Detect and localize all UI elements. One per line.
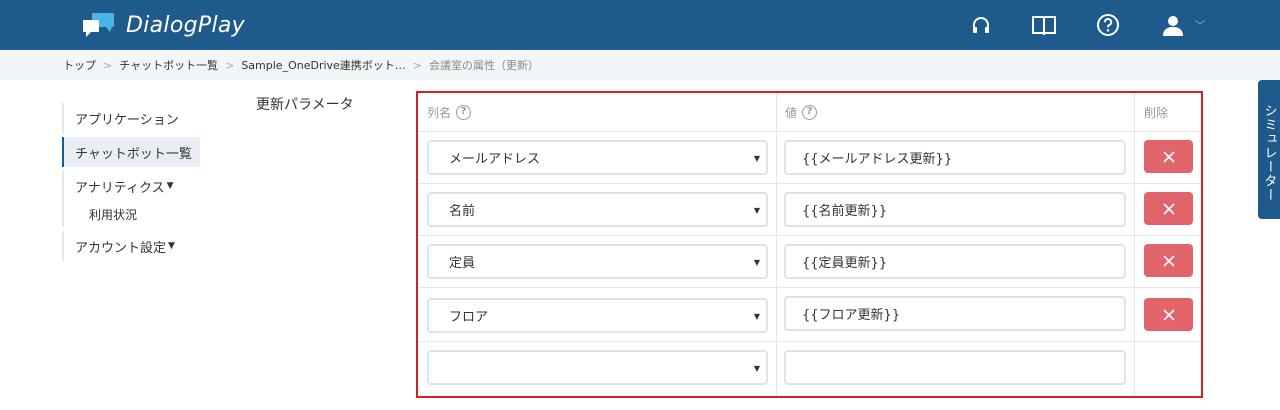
breadcrumb-chatbot-list[interactable]: チャットボット一覧 <box>119 57 218 73</box>
row-divider <box>418 131 1201 132</box>
close-icon <box>1162 202 1175 215</box>
sidebar: アプリケーション チャットボット一覧 アナリティクス ▼ 利用状況 アカウント設… <box>62 103 222 261</box>
help-icon[interactable]: ? <box>456 105 472 120</box>
help-circle-icon[interactable] <box>1093 10 1123 40</box>
breadcrumb-top[interactable]: トップ <box>63 57 96 73</box>
breadcrumb-separator: > <box>412 58 423 72</box>
sidebar-subitem-label: 利用状況 <box>89 207 138 222</box>
input-value: {{名前更新}} <box>802 204 888 219</box>
user-icon[interactable] <box>1158 10 1188 40</box>
row-divider <box>418 183 1201 184</box>
chat-bubbles-icon <box>80 11 118 39</box>
app-title: DialogPlay <box>126 12 245 38</box>
column-select[interactable]: 名前 ▼ <box>427 192 768 227</box>
dropdown-arrow-icon: ▼ <box>753 364 760 373</box>
column-header-label: 値 <box>785 106 798 120</box>
value-input[interactable] <box>784 350 1126 385</box>
sidebar-item-analytics[interactable]: アナリティクス ▼ <box>62 171 222 201</box>
sidebar-item-chatbot-list[interactable]: チャットボット一覧 <box>62 137 200 167</box>
top-bar: DialogPlay ﹀ <box>0 0 1280 50</box>
dropdown-arrow-icon: ▼ <box>753 154 760 163</box>
delete-row-button[interactable] <box>1144 192 1193 225</box>
value-input[interactable]: {{名前更新}} <box>784 192 1126 227</box>
close-icon <box>1162 308 1175 321</box>
sidebar-item-label: チャットボット一覧 <box>75 146 192 162</box>
book-icon[interactable] <box>1029 10 1059 40</box>
input-value: {{メールアドレス更新}} <box>802 152 953 167</box>
select-value: 定員 <box>449 256 476 271</box>
sidebar-item-applications[interactable]: アプリケーション <box>62 103 222 133</box>
breadcrumb: トップ > チャットボット一覧 > Sample_OneDrive連携ボット… … <box>0 50 1280 80</box>
column-divider <box>1134 93 1135 396</box>
sidebar-item-account-settings[interactable]: アカウント設定 ▼ <box>62 231 222 261</box>
column-divider <box>776 93 777 396</box>
column-select[interactable]: ▼ <box>427 350 768 385</box>
select-value: メールアドレス <box>449 152 541 167</box>
close-icon <box>1162 150 1175 163</box>
delete-row-button[interactable] <box>1144 244 1193 277</box>
row-divider <box>418 235 1201 236</box>
sidebar-item-label: アナリティクス <box>75 180 165 196</box>
app-logo[interactable]: DialogPlay <box>80 10 245 40</box>
column-select[interactable]: 定員 ▼ <box>427 244 768 279</box>
sidebar-item-label: アカウント設定 <box>75 240 167 256</box>
sidebar-subitem-usage[interactable]: 利用状況 <box>62 201 222 227</box>
delete-row-button[interactable] <box>1144 298 1193 331</box>
section-label: 更新パラメータ <box>256 97 354 113</box>
breadcrumb-separator: > <box>103 58 113 72</box>
column-header-name: 列名 ? <box>427 104 472 121</box>
input-value: {{フロア更新}} <box>802 308 901 323</box>
caret-down-icon: ▼ <box>166 181 174 191</box>
sidebar-item-label: アプリケーション <box>75 112 179 128</box>
dropdown-arrow-icon: ▼ <box>753 258 760 267</box>
column-header-value: 値 ? <box>785 104 818 121</box>
help-icon[interactable]: ? <box>802 105 818 120</box>
simulator-tab[interactable]: シミュレーター <box>1258 80 1280 219</box>
input-value: {{定員更新}} <box>802 256 888 271</box>
caret-down-icon: ▼ <box>168 241 175 251</box>
breadcrumb-separator: > <box>225 58 235 72</box>
close-icon <box>1162 254 1175 267</box>
breadcrumb-bot[interactable]: Sample_OneDrive連携ボット… <box>241 57 405 73</box>
dropdown-arrow-icon: ▼ <box>753 312 760 321</box>
value-input[interactable]: {{メールアドレス更新}} <box>784 140 1126 175</box>
select-value: フロア <box>449 310 489 325</box>
simulator-label: シミュレーター <box>1261 104 1277 202</box>
chevron-down-icon[interactable]: ﹀ <box>1195 17 1205 32</box>
row-divider <box>418 287 1201 288</box>
row-divider <box>418 341 1201 342</box>
column-header-label: 削除 <box>1144 106 1169 120</box>
update-parameter-table: 列名 ? 値 ? 削除 メールアドレス ▼ {{メールアドレス更新}} 名前 ▼ <box>416 91 1203 398</box>
column-header-label: 列名 <box>427 106 452 120</box>
select-value: 名前 <box>449 204 476 219</box>
column-header-delete: 削除 <box>1144 104 1168 121</box>
column-select[interactable]: フロア ▼ <box>427 298 768 333</box>
value-input[interactable]: {{定員更新}} <box>784 244 1126 279</box>
column-select[interactable]: メールアドレス ▼ <box>427 140 768 175</box>
value-input[interactable]: {{フロア更新}} <box>784 296 1126 331</box>
dropdown-arrow-icon: ▼ <box>753 206 760 215</box>
delete-row-button[interactable] <box>1144 140 1193 173</box>
headset-icon[interactable] <box>966 10 996 40</box>
breadcrumb-current: 会議室の属性（更新） <box>429 59 540 72</box>
